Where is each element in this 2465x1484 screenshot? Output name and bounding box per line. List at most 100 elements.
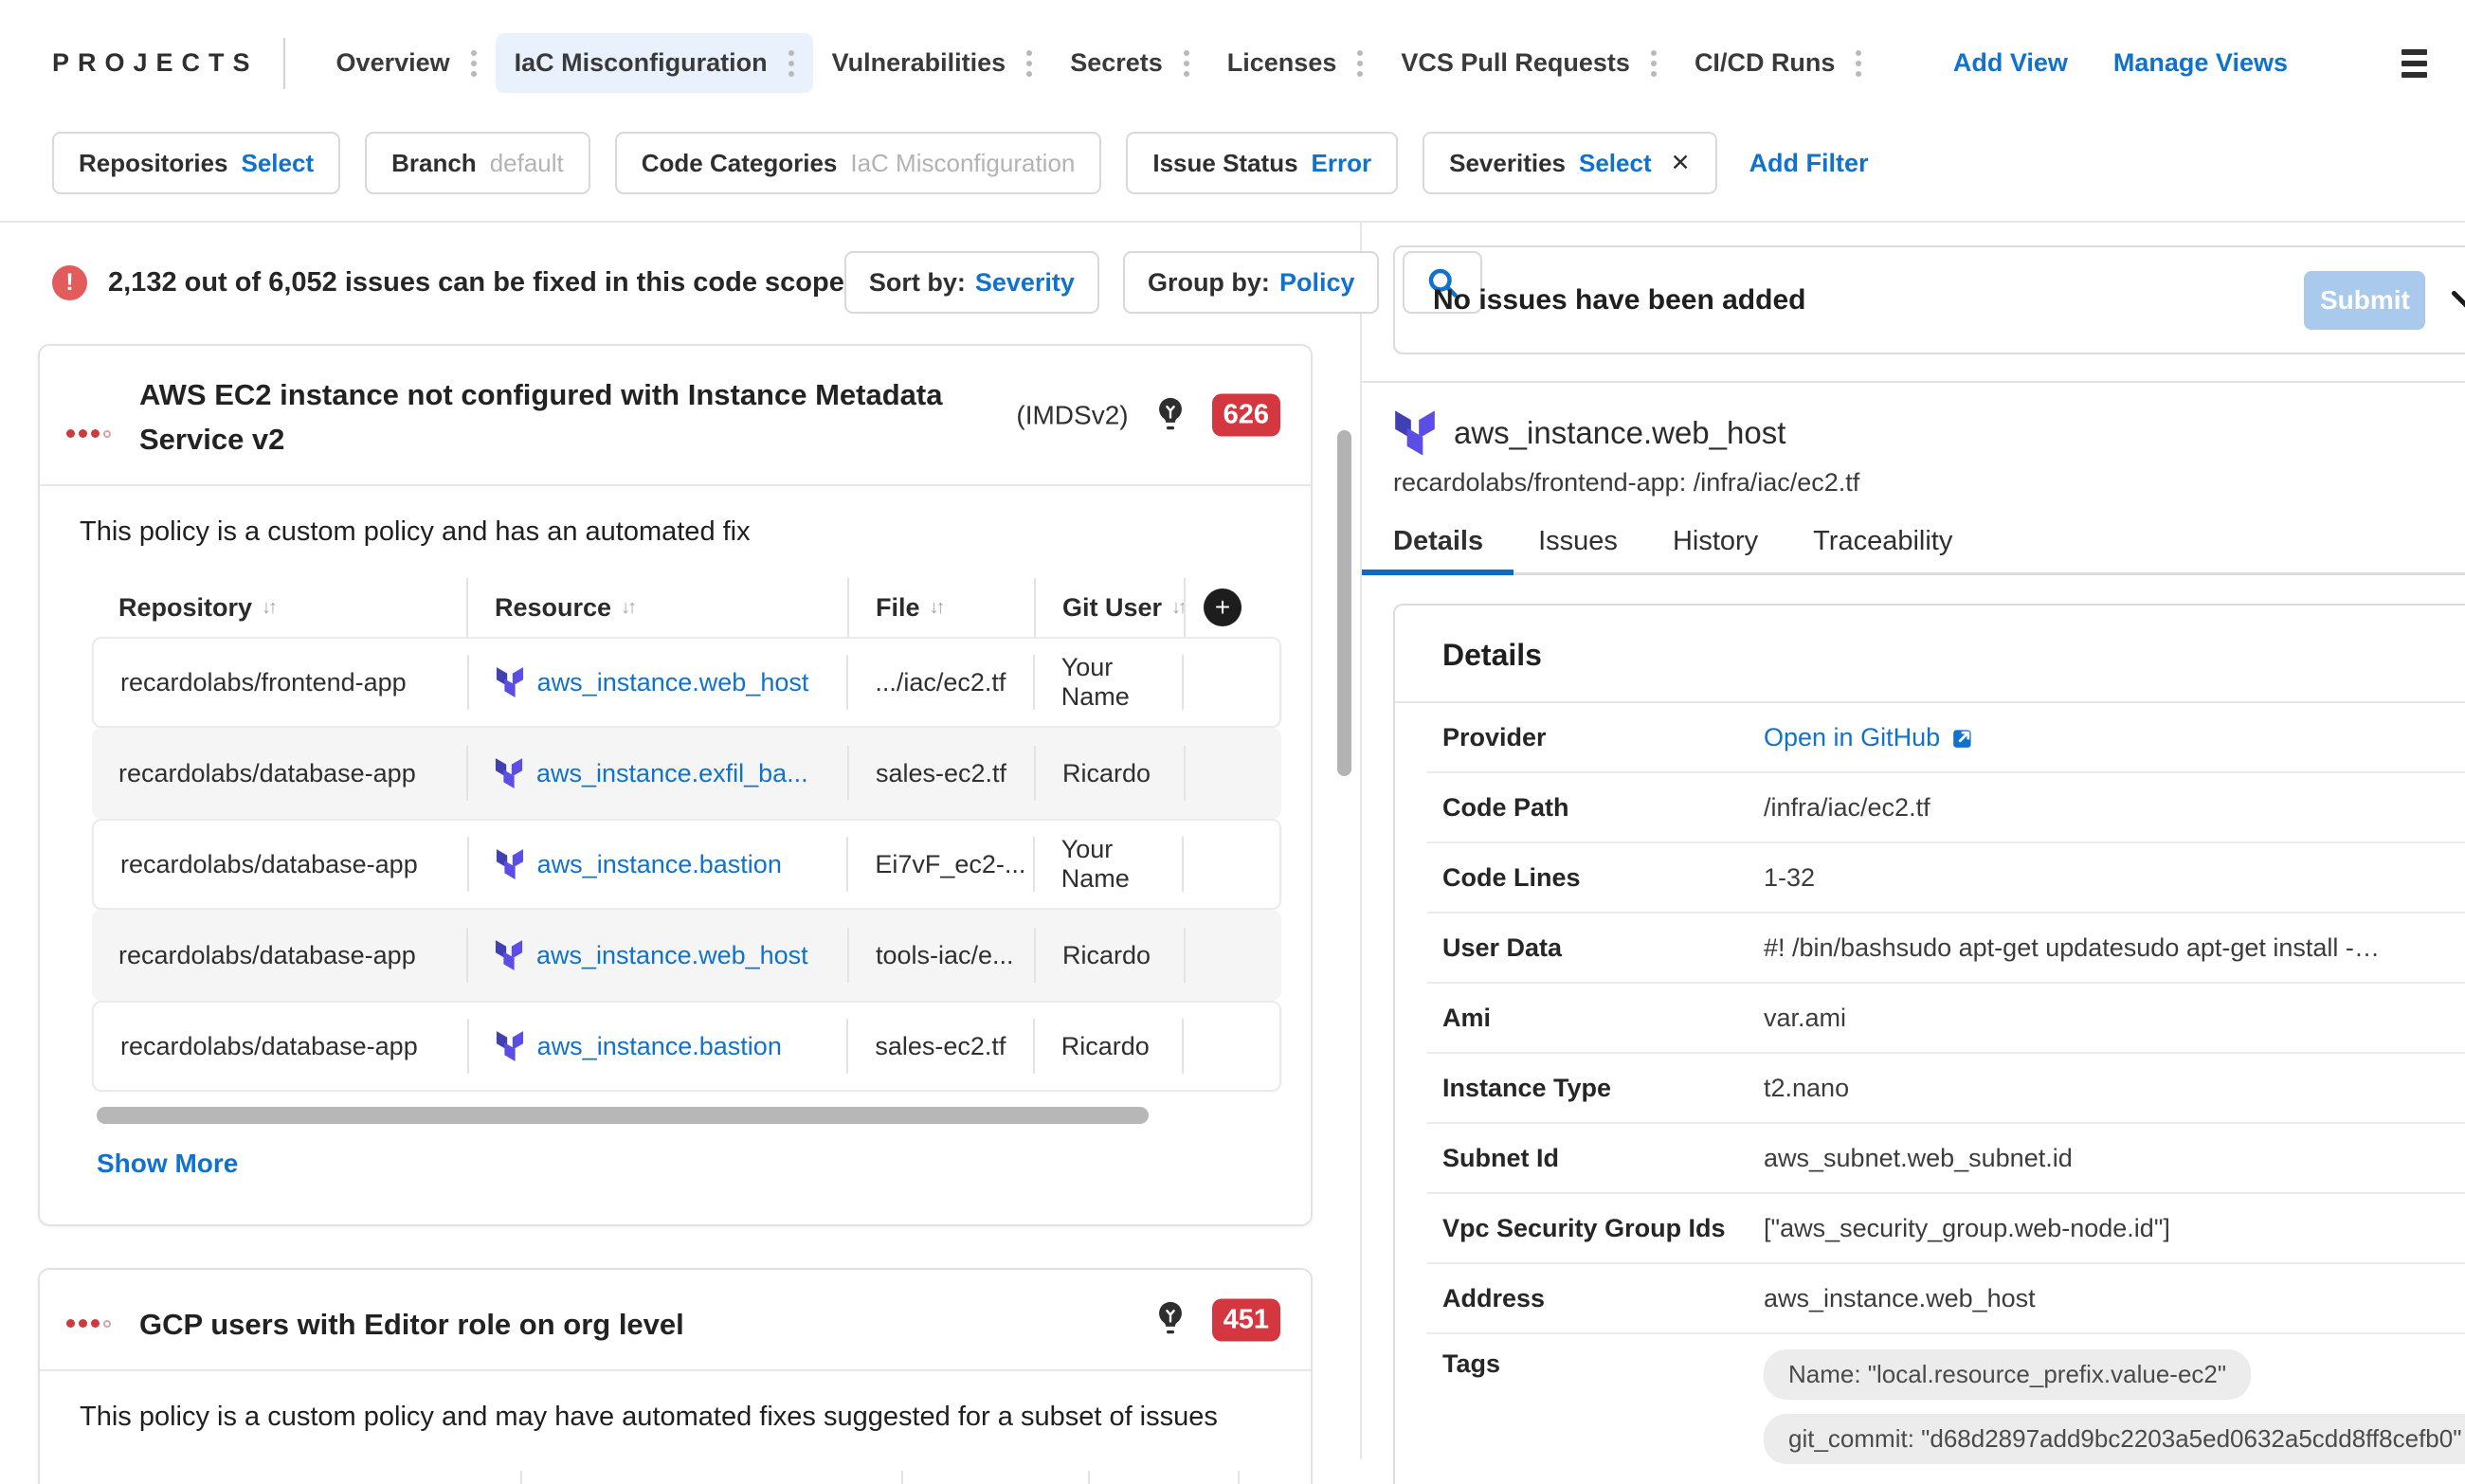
policy-title: AWS EC2 instance not configured with Ins… [139,378,943,456]
kebab-menu-icon[interactable] [788,49,794,77]
nav-divider [282,37,285,89]
table-row[interactable]: recardolabs/database-app aws_instance.we… [92,910,1281,1001]
tab-details[interactable]: Details [1393,522,1483,572]
tag-chip: Name: "local.resource_prefix.value-ec2" [1764,1349,2252,1400]
chevron-down-icon[interactable] [2450,289,2465,312]
details-heading: Details [1442,638,1542,672]
details-card: Details Provider Open in GitHub Code Pat… [1393,604,2465,1484]
resource-link[interactable]: aws_instance.web_host [536,941,808,970]
policy-card-imdsv2: AWS EC2 instance not configured with Ins… [38,344,1313,1226]
manage-views-link[interactable]: Manage Views [2113,48,2288,78]
tab-history[interactable]: History [1673,522,1758,572]
kebab-menu-icon[interactable] [1856,49,1862,77]
submit-card: No issues have been added Submit [1393,245,2465,354]
filter-chip-branch[interactable]: Branch default [365,132,590,194]
column-header-file[interactable]: File ↓↑ [849,578,1036,637]
detail-row-tags: Tags Name: "local.resource_prefix.value-… [1427,1334,2465,1484]
fixable-issues-summary: 2,132 out of 6,052 issues can be fixed i… [108,266,844,298]
policy-card-header[interactable]: AWS EC2 instance not configured with Ins… [40,346,1311,484]
table-row[interactable]: recardolabs/database-app aws_instance.ba… [92,1001,1281,1092]
page: PROJECTS Overview IaC Misconfiguration V… [0,0,2465,1484]
show-more-link[interactable]: Show More [97,1149,238,1179]
resource-link[interactable]: aws_instance.bastion [537,850,782,879]
detail-row-ami: Ami var.ami [1427,984,2465,1054]
vertical-scrollbar[interactable] [1337,430,1351,776]
lightbulb-icon[interactable] [1155,1301,1186,1339]
add-column-button[interactable]: + [1204,588,1242,626]
column-header-git-user[interactable]: Git User ↓↑ [1036,578,1187,637]
terraform-icon [496,849,523,879]
filter-chip-severities[interactable]: Severities Select ✕ [1423,132,1717,194]
group-by-button[interactable]: Group by: Policy [1122,251,1380,314]
content: ! 2,132 out of 6,052 issues can be fixed… [0,223,2465,1484]
terraform-icon [496,1031,523,1061]
hamburger-menu-icon[interactable] [2402,48,2427,78]
table-row[interactable]: recardolabs/database-app aws_instance.ex… [92,728,1281,819]
issue-count-badge: 451 [1211,1298,1280,1341]
kebab-menu-icon[interactable] [470,49,477,77]
summary-row: ! 2,132 out of 6,052 issues can be fixed… [0,249,1483,316]
sort-icon[interactable]: ↓↑ [1171,597,1187,619]
filter-chip-repositories[interactable]: Repositories Select [52,132,341,194]
lightbulb-icon[interactable] [1155,396,1186,434]
terraform-icon [495,940,523,970]
external-link-icon [1953,730,1971,748]
detail-row-provider: Provider Open in GitHub [1427,703,2465,773]
error-count-icon: ! [52,264,87,300]
nav-tab-licenses[interactable]: Licenses [1208,33,1383,93]
open-in-github-link[interactable]: Open in GitHub [1764,723,1976,752]
detail-row-code-lines: Code Lines 1-32 [1427,843,2465,914]
terraform-icon [495,758,523,788]
sort-icon[interactable]: ↓↑ [930,597,946,619]
resource-name: aws_instance.web_host [1454,415,1786,450]
detail-row-vpc-security-group-ids: Vpc Security Group Ids ["aws_security_gr… [1427,1194,2465,1264]
resource-link[interactable]: aws_instance.bastion [537,1032,782,1061]
issues-panel: ! 2,132 out of 6,052 issues can be fixed… [0,223,1483,1484]
issue-count-badge: 626 [1211,393,1280,437]
detail-panel: No issues have been added Submit aws_ins… [1362,223,2465,1484]
kebab-menu-icon[interactable] [1650,49,1657,77]
sort-by-button[interactable]: Sort by: Severity [843,251,1099,314]
sort-icon[interactable]: ↓↑ [262,597,278,619]
kebab-menu-icon[interactable] [1026,49,1033,77]
nav-tab-vulnerabilities[interactable]: Vulnerabilities [813,33,1052,93]
kebab-menu-icon[interactable] [1183,49,1189,77]
nav-tab-cicd-runs[interactable]: CI/CD Runs [1676,33,1881,93]
column-header-repository[interactable]: Repository ↓↑ [92,578,468,637]
top-nav: PROJECTS Overview IaC Misconfiguration V… [0,0,2465,126]
policy-card-gcp-editor-role: GCP users with Editor role on org level … [38,1268,1313,1484]
tag-chip: git_commit: "d68d2897add9bc2203a5ed0632a… [1764,1414,2465,1464]
add-view-link[interactable]: Add View [1953,48,2068,78]
filter-chip-code-categories[interactable]: Code Categories IaC Misconfiguration [614,132,1102,194]
issues-table: Repository ↓↑ Resource ↓↑ File ↓↑ Git User ↓… [92,578,1281,1124]
add-filter-link[interactable]: Add Filter [1749,149,1869,178]
detail-tabs: Details Issues History Traceability [1362,522,2465,575]
severity-dots-icon [66,429,111,438]
column-header-resource[interactable]: Resource ↓↑ [468,578,849,637]
table-header-row: Repository ↓↑ Resource ↓↑ File ↓↑ Git User ↓… [92,578,1281,637]
brand-projects: PROJECTS [52,48,259,77]
table-row[interactable]: recardolabs/database-app aws_instance.ba… [92,819,1281,910]
nav-tab-vcs-pull-requests[interactable]: VCS Pull Requests [1382,33,1676,93]
nav-tab-secrets[interactable]: Secrets [1051,33,1208,93]
table-row[interactable]: recardolabs/frontend-app aws_instance.we… [92,637,1281,728]
resource-link[interactable]: aws_instance.web_host [537,668,809,697]
sort-icon[interactable]: ↓↑ [621,597,637,619]
nav-tab-overview[interactable]: Overview [317,33,496,93]
remove-filter-icon[interactable]: ✕ [1671,149,1691,177]
detail-row-subnet-id: Subnet Id aws_subnet.web_subnet.id [1427,1124,2465,1194]
policy-description: This policy is a custom policy and has a… [80,516,751,547]
policy-title-suffix: (IMDSv2) [1016,400,1129,429]
nav-tab-iac-misconfiguration[interactable]: IaC Misconfiguration [495,33,813,93]
policy-description: This policy is a custom policy and may h… [80,1402,1218,1432]
policy-card-header[interactable]: GCP users with Editor role on org level … [40,1270,1311,1369]
submit-button[interactable]: Submit [2304,270,2426,330]
tab-traceability[interactable]: Traceability [1813,522,1952,572]
filter-chip-issue-status[interactable]: Issue Status Error [1126,132,1399,194]
table-header-row [92,1471,1278,1484]
horizontal-scrollbar[interactable] [97,1107,1149,1124]
resource-link[interactable]: aws_instance.exfil_ba... [536,759,808,788]
kebab-menu-icon[interactable] [1357,49,1364,77]
resource-path: recardolabs/frontend-app: /infra/iac/ec2… [1393,468,1860,497]
tab-issues[interactable]: Issues [1538,522,1618,572]
